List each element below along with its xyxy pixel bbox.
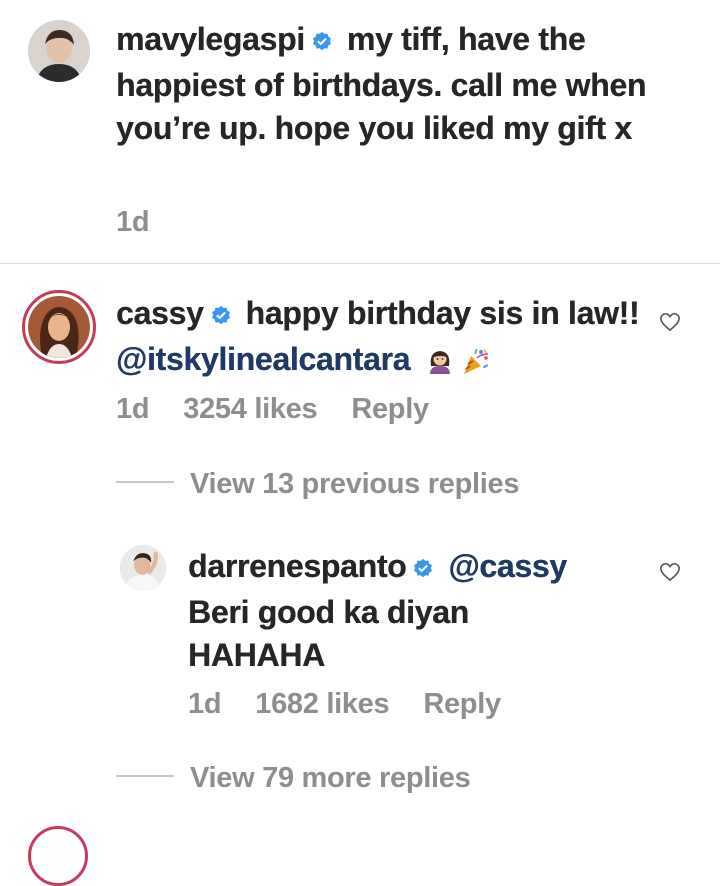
replies-line-divider — [116, 481, 174, 484]
avatar-next-comment[interactable] — [28, 826, 88, 886]
reply-button[interactable]: Reply — [423, 688, 501, 720]
comment-likes[interactable]: 3254 likes — [183, 393, 317, 425]
reply-text: Beri good ka diyan HAHAHA — [188, 594, 469, 673]
comment-text: happy birthday sis in law!! — [245, 295, 640, 331]
replies-line-divider — [116, 775, 174, 778]
comment-username[interactable]: mavylegaspi — [116, 21, 305, 57]
reply-username[interactable]: darrenespanto — [188, 548, 407, 584]
view-replies-label: View 79 more replies — [190, 762, 471, 794]
view-previous-replies-button[interactable]: View 13 previous replies — [116, 468, 519, 501]
verified-badge-icon — [210, 295, 232, 338]
divider — [0, 263, 720, 264]
comment-time: 1d — [116, 206, 150, 238]
woman-emoji-icon — [425, 344, 455, 387]
avatar-mavylegaspi[interactable] — [28, 20, 90, 82]
reply-time: 1d — [188, 688, 222, 720]
view-more-replies-button[interactable]: View 79 more replies — [116, 762, 471, 795]
reply-likes[interactable]: 1682 likes — [255, 688, 389, 720]
comment-username[interactable]: cassy — [116, 295, 204, 331]
mention-link[interactable]: @cassy — [448, 548, 567, 584]
view-replies-label: View 13 previous replies — [190, 468, 520, 500]
comment-time: 1d — [116, 393, 150, 425]
heart-icon[interactable] — [659, 562, 681, 582]
verified-badge-icon — [412, 548, 434, 591]
avatar-cassy[interactable] — [22, 290, 96, 364]
heart-icon[interactable] — [659, 312, 681, 332]
verified-badge-icon — [311, 21, 333, 64]
avatar-darrenespanto[interactable] — [120, 545, 166, 591]
reply-button[interactable]: Reply — [351, 393, 429, 425]
party-popper-emoji-icon — [461, 344, 491, 387]
mention-link[interactable]: @itskylinealcantara — [116, 341, 410, 377]
